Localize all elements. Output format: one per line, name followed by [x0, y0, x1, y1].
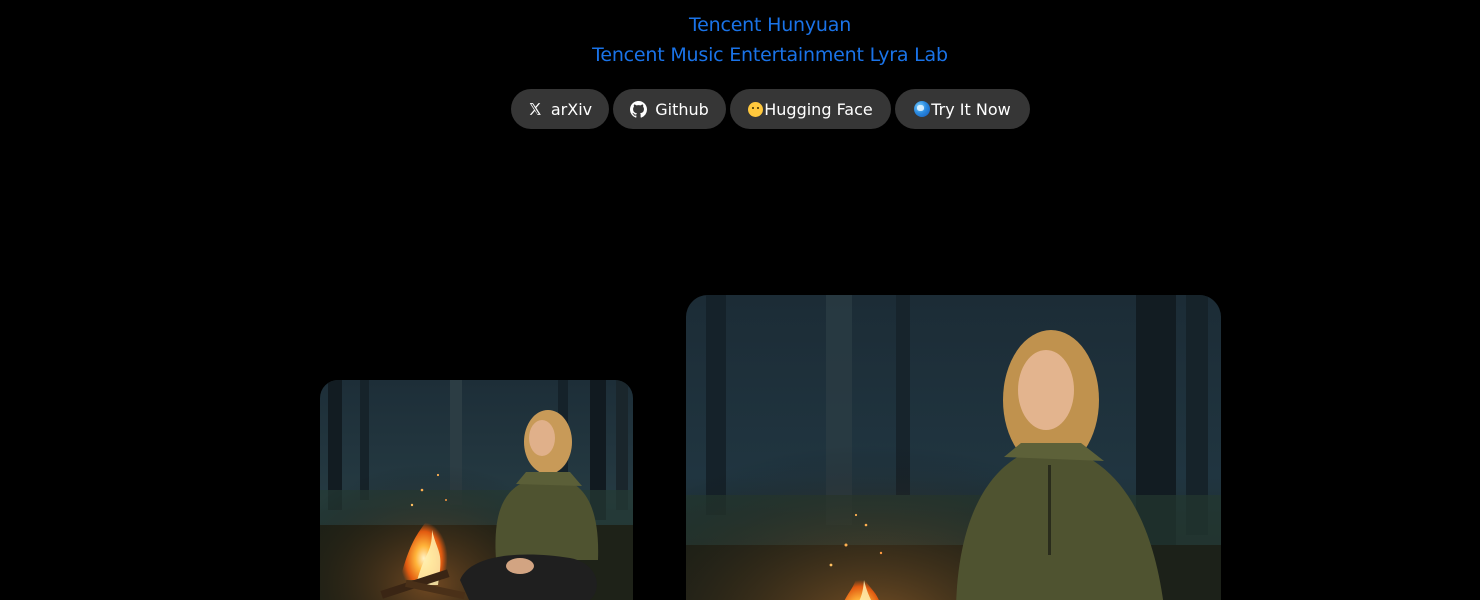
x-logo-icon	[528, 102, 542, 116]
try-it-now-label: Try It Now	[931, 99, 1011, 119]
arxiv-button[interactable]: arXiv	[511, 89, 609, 129]
affiliation-tencent-hunyuan[interactable]: Tencent Hunyuan	[0, 14, 1480, 36]
campfire-image	[320, 380, 633, 600]
link-buttons: arXiv Github Hugging Face Try It Now	[511, 89, 1030, 129]
github-button[interactable]: Github	[613, 89, 726, 129]
github-icon	[630, 100, 648, 118]
arxiv-label: arXiv	[550, 99, 593, 119]
hugging-face-label: Hugging Face	[764, 99, 873, 119]
hugging-face-emoji-icon	[748, 101, 764, 117]
hugging-face-button[interactable]: Hugging Face	[730, 89, 891, 129]
globe-icon	[914, 101, 931, 117]
campfire-video[interactable]	[686, 295, 1221, 600]
github-label: Github	[655, 99, 709, 119]
try-it-now-button[interactable]: Try It Now	[895, 89, 1030, 129]
page: Tencent Hunyuan Tencent Music Entertainm…	[0, 0, 1480, 600]
affiliation-tme-lyra-lab[interactable]: Tencent Music Entertainment Lyra Lab	[0, 44, 1480, 66]
